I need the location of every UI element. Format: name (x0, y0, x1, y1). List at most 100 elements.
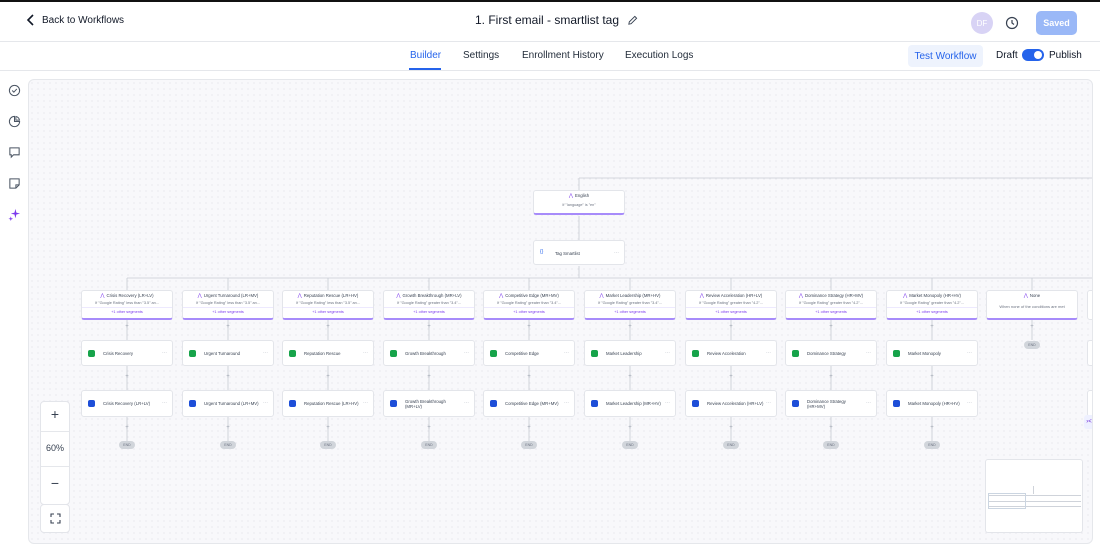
action-node-tag[interactable]: Urgent Turnaround (LR+MV) ⋯ (182, 390, 274, 417)
zoom-out-button[interactable]: − (41, 475, 69, 491)
add-step-icon[interactable]: + (224, 425, 232, 431)
add-step-icon[interactable]: + (928, 324, 936, 330)
condition-node-branch[interactable]: ⋀ Growth Breakthrough (MR+LV) If "Google … (383, 290, 475, 320)
action-node-email[interactable]: Market Leadership ⋯ (584, 340, 676, 366)
more-options-icon[interactable]: ⋯ (967, 350, 972, 356)
condition-node-branch[interactable]: ⋀ Competitive Edge (MR+MV) If "Google Rat… (483, 290, 575, 320)
more-options-icon[interactable]: ⋯ (363, 400, 368, 406)
add-step-icon[interactable]: + (123, 324, 131, 330)
action-node-email[interactable]: Competitive Edge ⋯ (483, 340, 575, 366)
publish-toggle[interactable] (1022, 49, 1044, 61)
condition-node-branch[interactable]: ⋀ Market Monopoly (HR+HV) If "Google Rati… (886, 290, 978, 320)
check-circle-icon[interactable] (8, 84, 21, 97)
minimap[interactable] (985, 459, 1083, 533)
expand-panel-icon[interactable]: ›< (1084, 415, 1092, 429)
action-node-email[interactable]: Reputation Rescue ⋯ (282, 340, 374, 366)
add-step-icon[interactable]: + (525, 374, 533, 380)
zoom-in-button[interactable]: + (41, 406, 69, 422)
add-step-icon[interactable]: + (626, 374, 634, 380)
action-node-tag[interactable]: Competitive Edge (MR+MV) ⋯ (483, 390, 575, 417)
history-icon[interactable] (1005, 16, 1019, 30)
tab-enrollment-history[interactable]: Enrollment History (522, 50, 604, 61)
more-options-icon[interactable]: ⋯ (162, 400, 167, 406)
add-step-icon[interactable]: + (425, 374, 433, 380)
more-segments-link[interactable]: +1 other segments (887, 310, 977, 314)
condition-node-branch[interactable]: ⋀ Urgent Turnaround (LR+MV) If "Google Ra… (182, 290, 274, 320)
add-step-icon[interactable]: + (827, 324, 835, 330)
add-step-icon[interactable]: + (1028, 324, 1036, 330)
more-segments-link[interactable]: +1 other segments (484, 310, 574, 314)
more-segments-link[interactable]: +1 other segments (585, 310, 675, 314)
sparkle-icon[interactable] (8, 208, 21, 221)
back-to-workflows-link[interactable]: Back to Workflows (26, 14, 124, 26)
more-options-icon[interactable]: ⋯ (665, 400, 670, 406)
more-options-icon[interactable]: ⋯ (665, 350, 670, 356)
more-options-icon[interactable]: ⋯ (614, 250, 619, 256)
more-options-icon[interactable]: ⋯ (564, 350, 569, 356)
more-segments-link[interactable]: +1 other segments (686, 310, 776, 314)
add-step-icon[interactable]: + (324, 425, 332, 431)
condition-node-branch[interactable]: ⋀ Review Acceleration (HR+LV) If "Google … (685, 290, 777, 320)
action-node-tag[interactable]: Crisis Recovery (LR+LV) ⋯ (81, 390, 173, 417)
action-node-tag[interactable]: Market Monopoly (HR+HV) ⋯ (886, 390, 978, 417)
more-options-icon[interactable]: ⋯ (866, 350, 871, 356)
add-step-icon[interactable]: + (626, 425, 634, 431)
add-step-icon[interactable]: + (224, 324, 232, 330)
add-step-icon[interactable]: + (827, 425, 835, 431)
workflow-canvas[interactable]: ⋀ English If "language" is "en" {} Tag Sm… (28, 79, 1093, 544)
add-step-icon[interactable]: + (525, 324, 533, 330)
tab-execution-logs[interactable]: Execution Logs (625, 50, 693, 61)
add-step-icon[interactable]: + (224, 374, 232, 380)
add-step-icon[interactable]: + (626, 324, 634, 330)
action-node-tag[interactable]: Reputation Rescue (LR+HV) ⋯ (282, 390, 374, 417)
more-segments-link[interactable]: +1 other segments (384, 310, 474, 314)
action-node-email[interactable]: Crisis Recovery ⋯ (81, 340, 173, 366)
action-node-tag[interactable]: Growth Breakthrough (MR+LV) ⋯ (383, 390, 475, 417)
add-step-icon[interactable]: + (727, 374, 735, 380)
add-step-icon[interactable]: + (123, 374, 131, 380)
condition-node-english[interactable]: ⋀ English If "language" is "en" (533, 190, 625, 215)
action-node-email[interactable]: Urgent Turnaround ⋯ (182, 340, 274, 366)
saved-button[interactable]: Saved (1036, 11, 1077, 35)
add-step-icon[interactable]: + (425, 425, 433, 431)
more-options-icon[interactable]: ⋯ (363, 350, 368, 356)
test-workflow-button[interactable]: Test Workflow (908, 45, 983, 67)
action-node-tag[interactable]: Review Acceleration (HR+LV) ⋯ (685, 390, 777, 417)
action-node-partial[interactable] (1087, 340, 1092, 366)
action-node-partial[interactable] (1087, 390, 1092, 417)
condition-node-branch[interactable]: ⋀ Dominance Strategy (HR+MV) If "Google R… (785, 290, 877, 320)
tab-settings[interactable]: Settings (463, 50, 499, 61)
action-node-email[interactable]: Dominance Strategy ⋯ (785, 340, 877, 366)
action-node-tag-smartlist[interactable]: {} Tag Smartlist ⋯ (533, 240, 625, 265)
condition-node-branch[interactable]: ⋀ Market Leadership (MR+HV) If "Google Ra… (584, 290, 676, 320)
add-step-icon[interactable]: + (525, 425, 533, 431)
action-node-email[interactable]: Market Monopoly ⋯ (886, 340, 978, 366)
note-icon[interactable] (8, 177, 21, 190)
add-step-icon[interactable]: + (324, 324, 332, 330)
more-segments-link[interactable]: +1 other segments (183, 310, 273, 314)
more-segments-link[interactable]: +1 other segments (283, 310, 373, 314)
add-step-icon[interactable]: + (324, 374, 332, 380)
avatar[interactable]: DF (971, 12, 993, 34)
more-options-icon[interactable]: ⋯ (263, 400, 268, 406)
more-options-icon[interactable]: ⋯ (766, 350, 771, 356)
condition-node-none[interactable]: ⋀ None When none of the conditions are me… (986, 290, 1078, 320)
add-step-icon[interactable]: + (123, 425, 131, 431)
condition-node-branch[interactable]: ⋀ Crisis Recovery (LR+LV) If "Google Rati… (81, 290, 173, 320)
more-options-icon[interactable]: ⋯ (263, 350, 268, 356)
pie-chart-icon[interactable] (8, 115, 21, 128)
more-options-icon[interactable]: ⋯ (766, 400, 771, 406)
condition-node-partial[interactable] (1087, 290, 1092, 320)
action-node-email[interactable]: Growth Breakthrough ⋯ (383, 340, 475, 366)
comment-icon[interactable] (8, 146, 21, 159)
action-node-tag[interactable]: Dominance Strategy (HR+MV) ⋯ (785, 390, 877, 417)
fit-view-button[interactable] (40, 504, 70, 533)
more-options-icon[interactable]: ⋯ (464, 350, 469, 356)
add-step-icon[interactable]: + (928, 374, 936, 380)
more-options-icon[interactable]: ⋯ (866, 400, 871, 406)
add-step-icon[interactable]: + (727, 425, 735, 431)
condition-node-branch[interactable]: ⋀ Reputation Rescue (LR+HV) If "Google Ra… (282, 290, 374, 320)
add-step-icon[interactable]: + (727, 324, 735, 330)
pencil-icon[interactable] (627, 15, 638, 26)
more-options-icon[interactable]: ⋯ (967, 400, 972, 406)
